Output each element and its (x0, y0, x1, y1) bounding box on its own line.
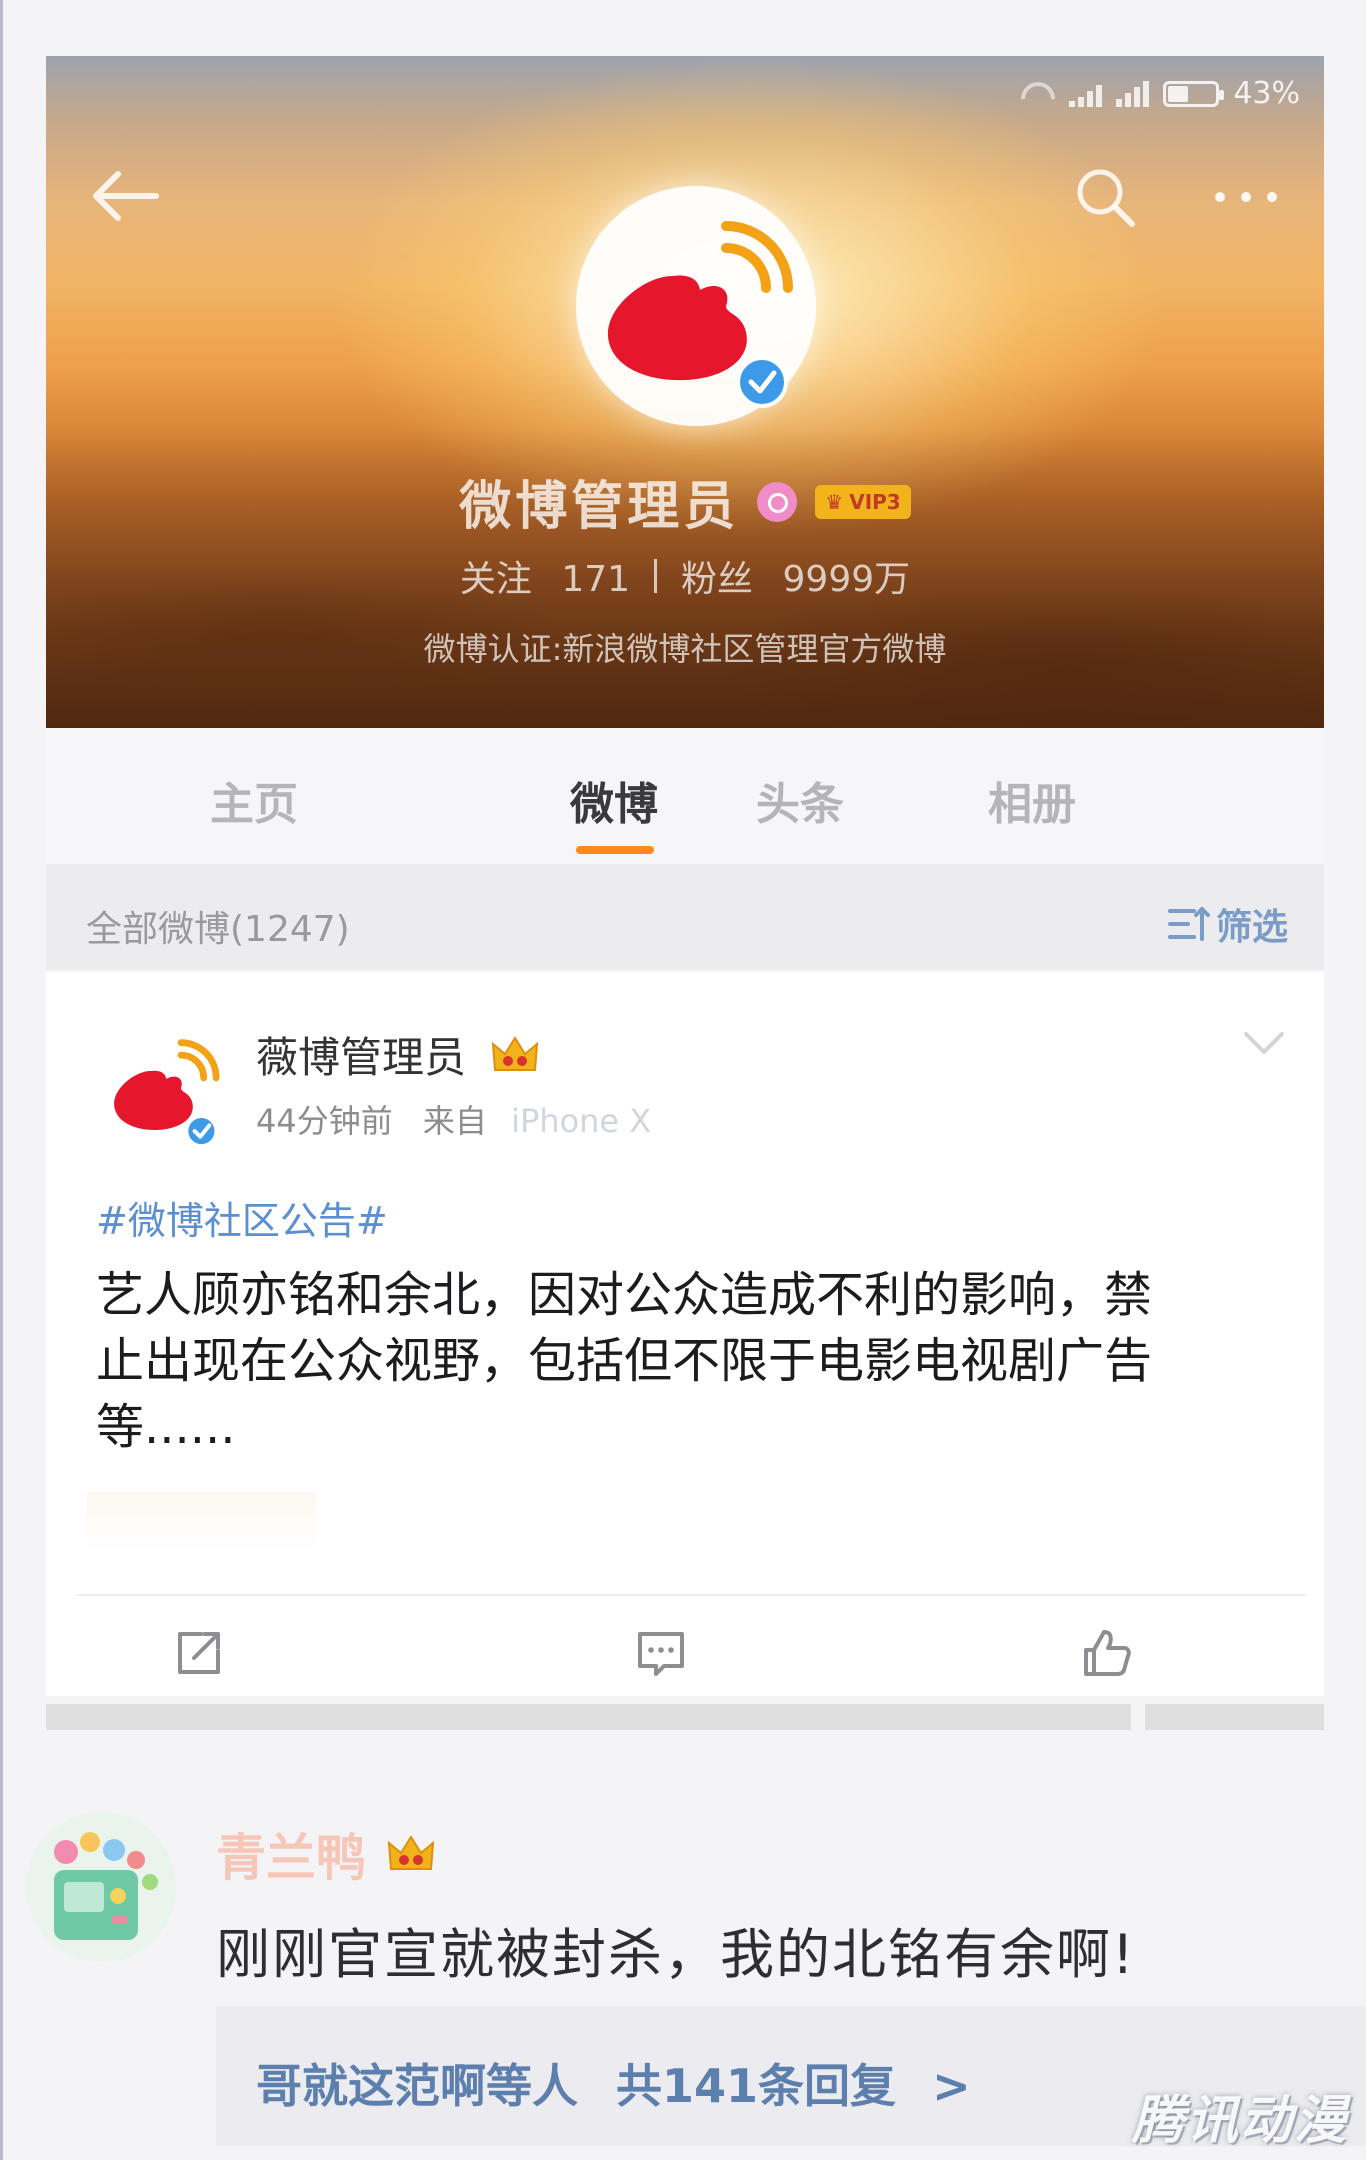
filter-label: 筛选 (1215, 907, 1288, 948)
crown-icon (387, 1835, 435, 1870)
vip-crown-icon: ♛ (825, 489, 844, 514)
signal-icon (1069, 81, 1103, 107)
post-author-avatar[interactable] (96, 1020, 232, 1156)
section-separator (46, 1704, 1324, 1730)
battery-icon (1163, 80, 1225, 107)
post-meta: 44分钟前 来自 iPhone X (256, 1096, 651, 1142)
follow-count: 171 (561, 559, 631, 600)
tab-headlines[interactable]: 头条 (756, 768, 844, 832)
page-edge (0, 0, 3, 2160)
verified-info: 微博认证:新浪微博社区管理官方微博 (423, 630, 947, 668)
follow-stat[interactable]: 关注 171 (460, 550, 630, 602)
post-author-row: 薇博管理员 (256, 1024, 540, 1085)
vip-badge[interactable]: ♛ VIP3 (815, 484, 911, 519)
tab-home[interactable]: 主页 (210, 768, 298, 832)
wifi-icon (1021, 82, 1055, 106)
profile-name-row: 微博管理员 ♛ VIP3 (46, 464, 1324, 539)
weibo-logo-icon (607, 221, 793, 408)
more-icon[interactable] (1206, 182, 1286, 212)
watermark-logo: 腾讯动漫 (1131, 2091, 1348, 2151)
post-text: 艺人顾亦铭和余北，因对公众造成不利的影响，禁止出现在公众视野，包括但不限于电影电… (96, 1267, 1153, 1455)
filter-button[interactable]: 筛选 (1166, 898, 1288, 950)
active-tab-indicator (576, 846, 654, 854)
profile-name: 微博管理员 (459, 477, 740, 537)
profile-tabs: 主页 微博 头条 相册 (46, 728, 1324, 866)
post-card[interactable]: 薇博管理员 44分钟前 来自 iPhone X #微博社区公告# 艺人顾亦铭和余… (46, 972, 1324, 1696)
like-icon[interactable] (1080, 1626, 1134, 1680)
profile-header: 43% 微博管理员 ♛ VIP3 关注 171 粉丝 9999万 微博认证:新浪… (46, 56, 1324, 728)
post-attachment-placeholder (86, 1492, 316, 1552)
status-bar: 43% (1021, 76, 1300, 111)
post-hashtag[interactable]: #微博社区公告# (96, 1190, 388, 1245)
chevron-right-icon: > (932, 2059, 971, 2113)
share-icon[interactable] (172, 1626, 226, 1680)
gender-female-icon (757, 481, 798, 522)
signal-icon (1116, 80, 1150, 107)
commenter-row: 青兰鸭 (216, 1818, 436, 1890)
weibo-logo-icon (114, 1039, 220, 1148)
commenter-avatar-image (26, 1812, 176, 1962)
comment-text: 刚刚官宣就被封杀，我的北铭有余啊! (216, 1923, 1136, 1986)
comment-icon[interactable] (634, 1626, 688, 1680)
reply-users: 哥就这范啊等人 (256, 2059, 578, 2113)
fans-label: 粉丝 (681, 559, 754, 600)
search-icon[interactable] (1070, 162, 1140, 232)
filter-bar: 全部微博(1247) 筛选 (46, 866, 1324, 970)
battery-percent: 43% (1233, 76, 1300, 111)
chevron-down-icon[interactable] (1240, 1028, 1288, 1058)
post-author-name[interactable]: 薇博管理员 (256, 1024, 466, 1085)
vip-label: VIP3 (849, 489, 901, 514)
commenter-name[interactable]: 青兰鸭 (216, 1818, 366, 1890)
post-source[interactable]: iPhone X (511, 1102, 651, 1140)
back-arrow-icon[interactable] (86, 166, 166, 226)
fans-stat[interactable]: 粉丝 9999万 (681, 550, 910, 602)
follow-label: 关注 (459, 559, 532, 600)
post-time: 44分钟前 (256, 1102, 393, 1140)
battery-level (1168, 85, 1189, 102)
divider (76, 1594, 1306, 1596)
profile-stats: 关注 171 粉丝 9999万 (46, 550, 1324, 602)
post-source-prefix: 来自 (422, 1102, 487, 1140)
fans-count: 9999万 (782, 559, 911, 600)
reply-count: 共141条回复 (616, 2059, 897, 2113)
post-action-bar (46, 1620, 1324, 1690)
commenter-avatar[interactable] (26, 1812, 176, 1962)
reply-link[interactable]: 哥就这范啊等人 共141条回复 > (256, 2050, 971, 2116)
tab-weibo[interactable]: 微博 (570, 768, 658, 832)
all-posts-count: 全部微博(1247) (86, 909, 350, 950)
filter-icon (1167, 907, 1210, 941)
tab-album[interactable]: 相册 (988, 768, 1076, 832)
stats-divider (654, 559, 658, 593)
profile-avatar[interactable] (576, 186, 816, 426)
crown-icon (491, 1035, 539, 1071)
